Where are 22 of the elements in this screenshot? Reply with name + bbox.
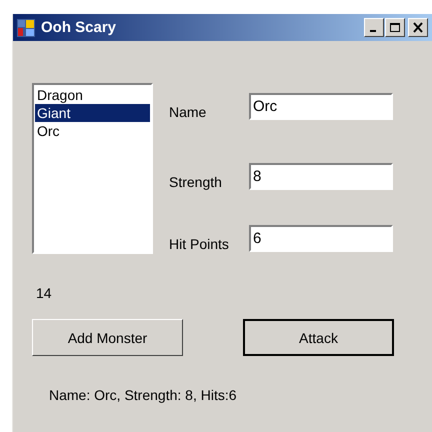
field-label: Hit Points — [169, 234, 230, 252]
monster-listbox[interactable]: Dragon Giant Orc — [32, 83, 153, 254]
maximize-button[interactable] — [385, 18, 405, 37]
add-monster-button[interactable]: Add Monster — [32, 319, 183, 356]
minimize-button[interactable] — [364, 18, 384, 37]
field-label: Name — [169, 102, 208, 120]
minimize-icon — [370, 30, 376, 32]
status-text: Name: Orc, Strength: 8, Hits:6 — [49, 387, 238, 403]
maximize-icon — [389, 22, 401, 33]
close-icon — [412, 22, 424, 33]
input-field[interactable]: 6 — [249, 225, 393, 252]
list-item[interactable]: Giant — [35, 104, 150, 122]
attack-button[interactable]: Attack — [243, 319, 394, 356]
window-title: Ooh Scary — [41, 19, 118, 36]
close-button[interactable] — [408, 18, 428, 37]
field-label: Strength — [169, 172, 223, 190]
list-item[interactable]: Orc — [35, 122, 150, 140]
count-label: 14 — [36, 285, 53, 301]
app-icon — [17, 18, 35, 36]
list-item[interactable]: Dragon — [35, 86, 150, 104]
input-field[interactable]: 8 — [249, 163, 393, 190]
input-field[interactable]: Orc — [249, 93, 393, 120]
